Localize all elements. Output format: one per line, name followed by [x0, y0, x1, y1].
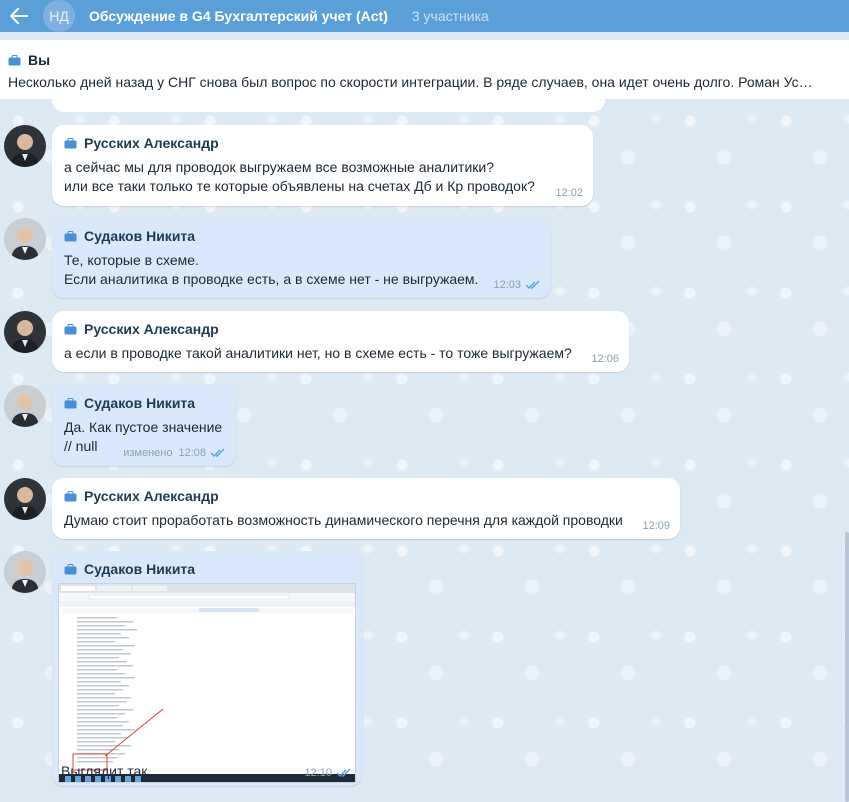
chat-title[interactable]: Обсуждение в G4 Бухгалтерский учет (Act) [89, 8, 388, 24]
message-bubble[interactable]: Русских Александр а сейчас мы для провод… [52, 125, 593, 206]
avatar[interactable] [4, 478, 46, 520]
chat-header: НД Обсуждение в G4 Бухгалтерский учет (A… [0, 0, 849, 32]
briefcase-icon [8, 54, 21, 65]
chat-avatar[interactable]: НД [43, 0, 75, 32]
sender-name[interactable]: Судаков Никита [84, 228, 195, 244]
message-time: 12:02 [555, 187, 583, 199]
double-check-icon [525, 280, 540, 289]
pinned-author: Вы [28, 52, 51, 68]
message-text: а сейчас мы для проводок выгружаем все в… [64, 159, 535, 194]
scrollbar[interactable] [845, 532, 849, 802]
message-time: 12:03 [493, 279, 521, 291]
attached-screenshot[interactable] [58, 583, 356, 783]
briefcase-icon [64, 563, 77, 574]
briefcase-icon [64, 490, 77, 501]
avatar[interactable] [4, 125, 46, 167]
briefcase-icon [64, 397, 77, 408]
message-time: 12:09 [642, 520, 670, 532]
sender-name[interactable]: Судаков Никита [84, 561, 195, 577]
image-caption: Выглядит так [61, 763, 148, 779]
message-bubble[interactable]: Русских Александр Думаю стоит проработат… [52, 478, 680, 539]
message-bubble[interactable]: Судаков Никита Те, которые в схеме. Если… [52, 218, 551, 298]
briefcase-icon [64, 323, 77, 334]
briefcase-icon [64, 137, 77, 148]
message-bubble[interactable]: Судаков Никита Выглядит так 12:10 [52, 551, 362, 786]
message-text: а если в проводке такой аналитики нет, н… [64, 345, 572, 361]
participants-count[interactable]: 3 участника [412, 8, 489, 24]
pinned-message[interactable]: Вы Несколько дней назад у СНГ снова был … [0, 40, 849, 99]
double-check-icon [336, 768, 351, 777]
briefcase-icon [64, 230, 77, 241]
message-bubble-partial [52, 99, 605, 112]
avatar[interactable] [4, 551, 46, 593]
edited-label: изменено [123, 447, 173, 459]
avatar[interactable] [4, 385, 46, 427]
double-check-icon [210, 448, 225, 457]
message-bubble[interactable]: Судаков Никита Да. Как пустое значение /… [52, 385, 236, 466]
sender-name[interactable]: Русских Александр [84, 321, 219, 337]
message-time: 12:10 [304, 767, 332, 779]
pinned-text: Несколько дней назад у СНГ снова был воп… [8, 74, 813, 90]
back-button[interactable] [3, 0, 35, 32]
sender-name[interactable]: Русских Александр [84, 135, 219, 151]
message-bubble[interactable]: Русских Александр а если в проводке тако… [52, 311, 629, 372]
avatar[interactable] [4, 218, 46, 260]
message-text: Думаю стоит проработать возможность дина… [64, 512, 623, 528]
arrow-left-icon [10, 8, 28, 24]
message-time: 12:06 [591, 353, 619, 365]
sender-name[interactable]: Судаков Никита [84, 395, 195, 411]
avatar[interactable] [4, 311, 46, 353]
message-text: Те, которые в схеме. Если аналитика в пр… [64, 252, 479, 287]
sender-name[interactable]: Русских Александр [84, 488, 219, 504]
message-time: 12:08 [178, 447, 206, 459]
